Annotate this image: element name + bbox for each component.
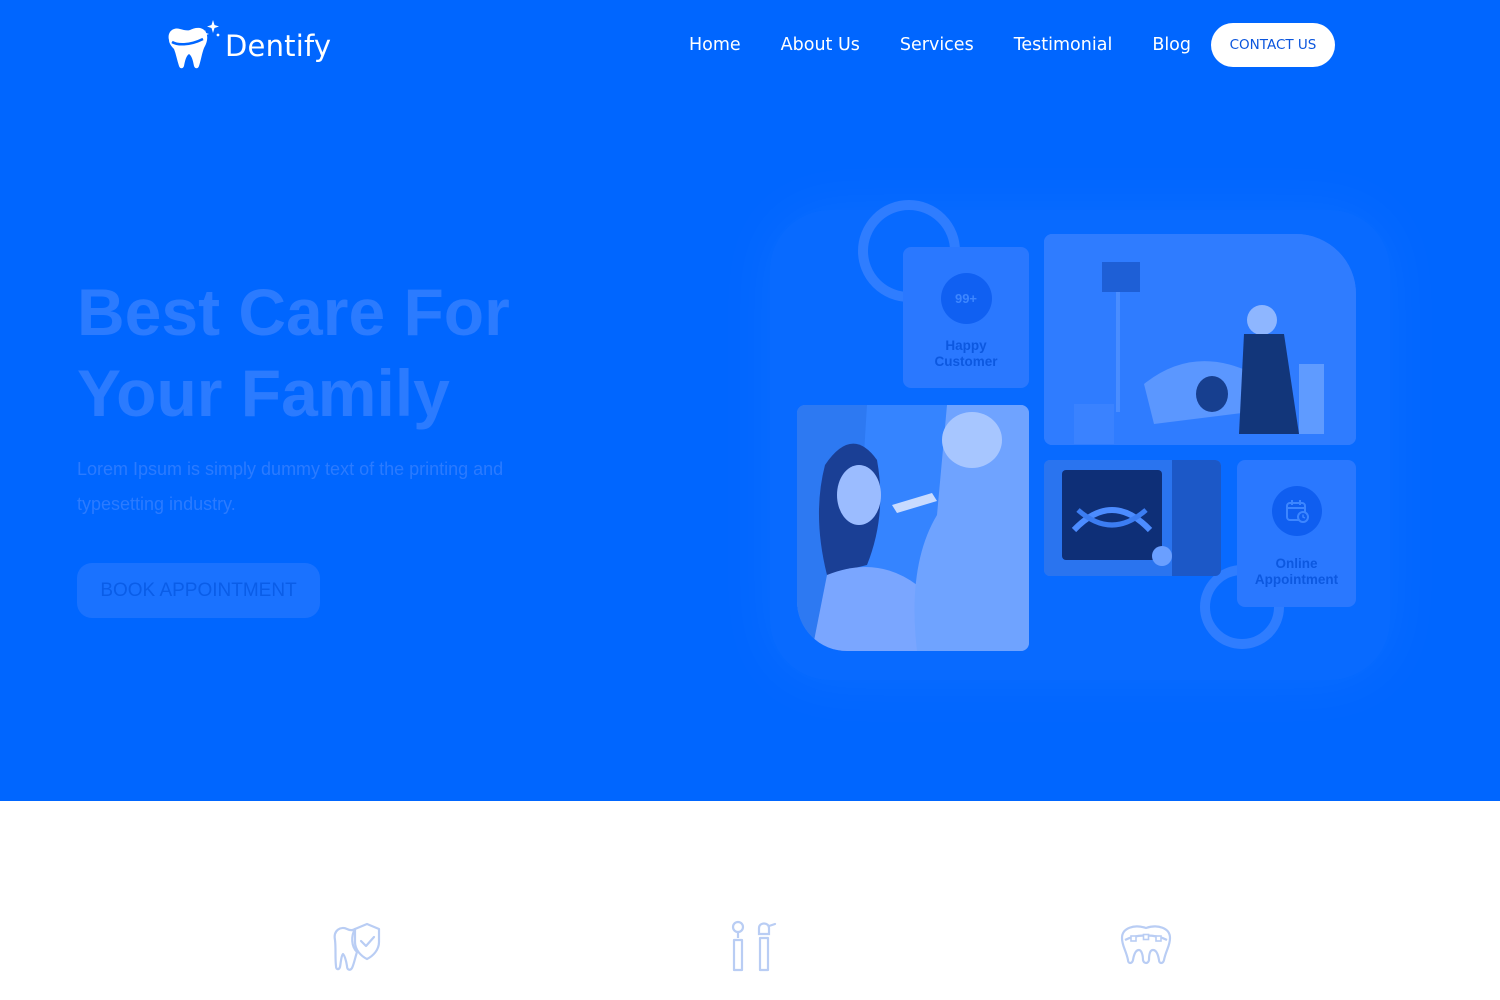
nav-blog[interactable]: Blog [1152,35,1191,55]
nav-testimonial[interactable]: Testimonial [1014,35,1113,55]
dentist-treatment-photo [1044,234,1356,445]
logo-text: Dentify [225,29,332,63]
nav-home[interactable]: Home [689,35,741,55]
online-label-line-1: Online [1275,556,1318,571]
main-nav: Home About Us Services Testimonial Blog … [689,23,1335,67]
nav-about-us[interactable]: About Us [781,35,860,55]
nav-services[interactable]: Services [900,35,974,55]
hero-section: Dentify Home About Us Services Testimoni… [0,0,1500,801]
online-label-line-2: Appointment [1254,572,1339,587]
contact-us-button[interactable]: CONTACT US [1211,23,1335,67]
book-appointment-button[interactable]: BOOK APPOINTMENT [77,563,320,618]
dental-xray-photo [1044,460,1221,576]
hero-description: Lorem Ipsum is simply dummy text of the … [77,459,504,514]
happy-label-line-1: Happy [945,338,987,353]
patient-checkup-photo [797,405,1029,651]
calendar-clock-icon [1285,500,1309,523]
online-appointment-card: Online Appointment [1237,460,1356,607]
tooth-shield-icon [333,922,381,971]
logo[interactable]: Dentify [163,18,331,74]
online-appointment-label: Online Appointment [1255,556,1338,588]
happy-customer-card: 99+ Happy Customer [903,247,1029,388]
hero-title: Best Care For Your Family [77,272,637,434]
happy-count-badge: 99+ [940,273,992,324]
tooth-sparkle-icon [168,20,220,69]
happy-label-line-2: Customer [934,354,998,369]
happy-customer-label: Happy Customer [934,338,997,370]
teeth-braces-icon [1120,925,1172,965]
hero-title-line-2: Your Family [77,356,450,430]
hero-title-line-1: Best Care For [77,275,510,349]
dental-tools-icon [731,920,777,972]
appointment-badge [1271,486,1322,536]
